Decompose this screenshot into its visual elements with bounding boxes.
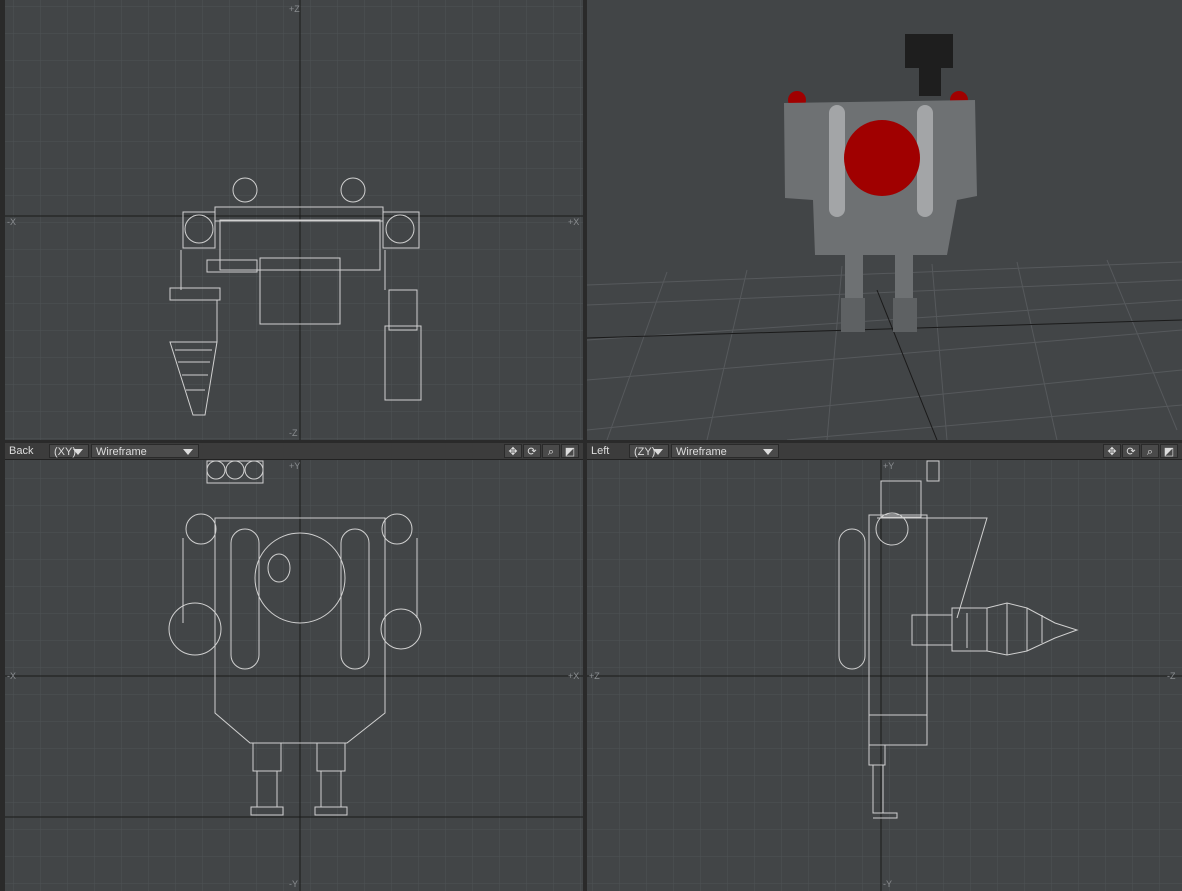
axis-label-left: -X	[7, 217, 16, 227]
viewport-left-toolbar: Left (ZY) Wireframe ✥ ⟳ ⌕ ◩	[587, 443, 1182, 460]
render-mode-dropdown[interactable]: Wireframe	[671, 444, 779, 458]
axis-label-bottom: -Z	[289, 428, 298, 438]
viewport-left[interactable]: Left (ZY) Wireframe ✥ ⟳ ⌕ ◩ +Y +Z -Z -Y	[587, 443, 1182, 891]
viewport-left-canvas[interactable]	[587, 443, 1182, 891]
rotate-icon[interactable]: ⟳	[523, 444, 541, 458]
axis-label-top: +Z	[289, 4, 300, 14]
view-type-label[interactable]: Left	[587, 444, 629, 458]
axis-label-right: +X	[568, 217, 580, 227]
zoom-icon[interactable]: ⌕	[1141, 444, 1159, 458]
move-icon[interactable]: ✥	[504, 444, 522, 458]
perspective-canvas[interactable]	[587, 0, 1182, 440]
render-mode-dropdown[interactable]: Wireframe	[91, 444, 199, 458]
move-icon[interactable]: ✥	[1103, 444, 1121, 458]
maximize-icon[interactable]: ◩	[1160, 444, 1178, 458]
rotate-icon[interactable]: ⟳	[1122, 444, 1140, 458]
axis-label-bottom: -Y	[289, 879, 298, 889]
axis-label-bottom: -Y	[883, 879, 892, 889]
axis-label-top: +Y	[289, 461, 301, 471]
viewport-top-canvas[interactable]	[5, 0, 583, 440]
axis-label-left: -X	[7, 671, 16, 681]
viewport-back-canvas[interactable]	[5, 443, 583, 891]
axis-label-right: -Z	[1167, 671, 1176, 681]
view-axes-dropdown[interactable]: (ZY)	[629, 444, 669, 458]
viewport-back[interactable]: Back (XY) Wireframe ✥ ⟳ ⌕ ◩ +Y -X +X -Y	[5, 443, 583, 891]
zoom-icon[interactable]: ⌕	[542, 444, 560, 458]
perspective-floor-grid	[587, 259, 1182, 440]
maximize-icon[interactable]: ◩	[561, 444, 579, 458]
axis-label-right: +X	[568, 671, 580, 681]
perspective-robot-model	[784, 34, 977, 332]
axis-label-left: +Z	[589, 671, 600, 681]
viewport-back-toolbar: Back (XY) Wireframe ✥ ⟳ ⌕ ◩	[5, 443, 583, 460]
viewport-top[interactable]: +Z -X +X -Z	[5, 0, 583, 440]
view-axes-dropdown[interactable]: (XY)	[49, 444, 89, 458]
view-type-label[interactable]: Back	[5, 444, 49, 458]
axis-label-top: +Y	[883, 461, 895, 471]
viewport-perspective[interactable]	[587, 0, 1182, 440]
